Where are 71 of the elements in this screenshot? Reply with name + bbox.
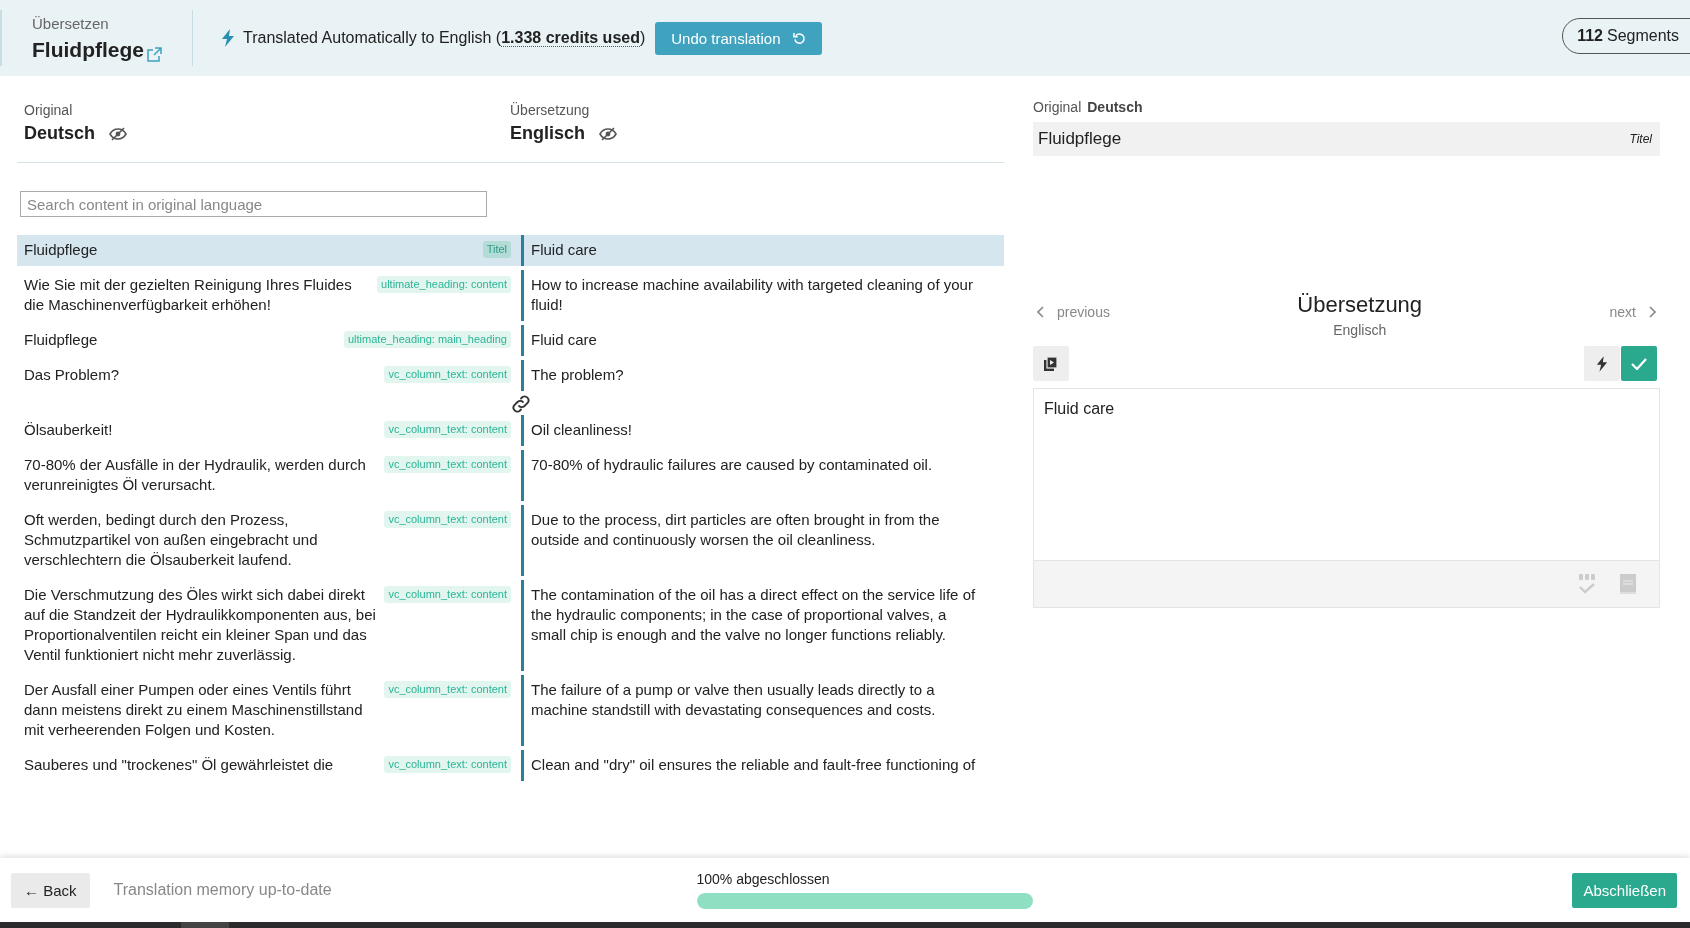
chevron-right-icon bbox=[1648, 306, 1656, 318]
language-label: Original bbox=[24, 102, 74, 118]
source-text: Die Verschmutzung des Öles wirkt sich dabei direkt auf die Standzeit der Hydraulikkomponenten aus, bei Proportionalventilen reicht ein kleiner Span und das Ventil funktioniert nicht mehr zuverlässig. bbox=[24, 585, 377, 665]
previous-button[interactable]: previous bbox=[1033, 304, 1114, 320]
segment-row[interactable]: 70-80% der Ausfälle in der Hydraulik, werden durch verunreinigtes Öl verursacht. vc_column_text: content 70-80% of hydraulic failures are caused by contaminated oil. bbox=[17, 450, 1004, 501]
target-text: Clean and "dry" oil ensures the reliable and fault-free functioning of bbox=[531, 756, 976, 773]
source-text: Fluidpflege bbox=[24, 240, 99, 260]
lightning-icon bbox=[221, 29, 235, 47]
target-text: The contamination of the oil has a direct effect on the service life of the hydraulic components; in the case of proportional valves, a small chip is enough and the valve no longer functions reliably. bbox=[531, 586, 976, 643]
link-icon[interactable] bbox=[509, 392, 533, 416]
target-text: The problem? bbox=[531, 366, 624, 383]
field-tag: vc_column_text: content bbox=[384, 681, 511, 698]
next-button[interactable]: next bbox=[1605, 304, 1660, 320]
original-label: Original bbox=[1033, 99, 1082, 115]
target-text: 70-80% of hydraulic failures are caused by contaminated oil. bbox=[531, 456, 933, 473]
segment-row[interactable]: Fluidpflege ultimate_heading: main_heading Fluid care bbox=[17, 325, 1004, 356]
copy-icon bbox=[1043, 355, 1059, 372]
source-text: Der Ausfall einer Pumpen oder eines Ventils führt dann meistens direkt zu einem Maschinenstillstand mit verheerenden Folgen und Kosten. bbox=[24, 680, 364, 740]
auto-translate-button[interactable] bbox=[1584, 346, 1620, 381]
section-label: Übersetzen bbox=[32, 14, 110, 32]
target-text: Fluid care bbox=[531, 331, 597, 348]
source-text: Sauberes und "trockenes" Öl gewährleistet die bbox=[24, 755, 335, 775]
language-label: Übersetzung bbox=[510, 102, 591, 118]
segment-row[interactable]: Wie Sie mit der gezielten Reinigung Ihres Fluides die Maschinenverfügbarkeit erhöhen! ultimate_heading: content How to increase machine availability with targeted cleaning of your fluid! bbox=[17, 270, 1004, 321]
source-text: Fluidpflege bbox=[1038, 129, 1122, 149]
language-name: Englisch bbox=[510, 123, 585, 144]
editor-title: Übersetzung bbox=[1297, 292, 1423, 318]
field-tag: vc_column_text: content bbox=[384, 366, 511, 383]
back-button[interactable]: ← Back bbox=[11, 872, 90, 908]
undo-icon bbox=[792, 31, 806, 45]
target-language: Englisch bbox=[1333, 322, 1387, 338]
eye-slash-icon[interactable] bbox=[599, 126, 617, 141]
target-text: The failure of a pump or valve then usually leads directly to a machine standstill with devastating consequences and costs. bbox=[531, 681, 936, 718]
segment-row[interactable]: Das Problem? vc_column_text: content The problem? bbox=[17, 360, 1004, 391]
source-text: 70-80% der Ausfälle in der Hydraulik, werden durch verunreinigtes Öl verursacht. bbox=[24, 455, 367, 495]
original-language: Deutsch bbox=[1087, 99, 1143, 115]
field-tag: vc_column_text: content bbox=[384, 421, 511, 438]
memory-status: Translation memory up-to-date bbox=[113, 881, 333, 899]
source-text: Ölsauberkeit! bbox=[24, 420, 114, 440]
eye-slash-icon[interactable] bbox=[109, 126, 127, 141]
target-text: Oil cleanliness! bbox=[531, 421, 632, 438]
spellcheck-icon[interactable] bbox=[1577, 573, 1597, 595]
field-tag: vc_column_text: content bbox=[384, 456, 511, 473]
field-tag: Titel bbox=[1629, 132, 1652, 146]
field-tag: Titel bbox=[482, 241, 511, 258]
chevron-left-icon bbox=[1037, 306, 1045, 318]
progress-label: 100% abgeschlossen bbox=[696, 871, 831, 887]
language-name: Deutsch bbox=[24, 123, 95, 144]
field-tag: vc_column_text: content bbox=[384, 586, 511, 603]
segment-row[interactable]: Fluidpflege Titel Fluid care bbox=[17, 235, 1004, 266]
segment-row[interactable]: Ölsauberkeit! vc_column_text: content Oil cleanliness! bbox=[17, 415, 1004, 446]
translation-notice: Translated Automatically to English (1.338 credits used) bbox=[243, 29, 646, 47]
source-text: Wie Sie mit der gezielten Reinigung Ihres Fluides die Maschinenverfügbarkeit erhöhen! bbox=[24, 275, 353, 315]
field-tag: ultimate_heading: main_heading bbox=[344, 331, 511, 348]
field-tag: vc_column_text: content bbox=[384, 756, 511, 773]
copy-source-button[interactable] bbox=[1033, 346, 1069, 381]
page-title: Fluidpflege bbox=[32, 37, 144, 62]
search-field[interactable]: Search content in original language bbox=[20, 191, 487, 217]
source-text: Das Problem? bbox=[24, 365, 121, 385]
source-text: Fluidpflege bbox=[24, 330, 99, 350]
field-tag: ultimate_heading: content bbox=[377, 276, 511, 293]
check-icon bbox=[1631, 357, 1647, 370]
translation-editor[interactable]: Fluid care bbox=[1033, 388, 1660, 608]
target-text: Due to the process, dirt particles are often brought in from the outside and continuously worsen the oil cleanliness. bbox=[531, 511, 940, 548]
field-tag: vc_column_text: content bbox=[384, 511, 511, 528]
source-text: Oft werden, bedingt durch den Prozess, Schmutzpartikel von außen eingebracht und verschlechtern die Ölsauberkeit laufend. bbox=[24, 510, 319, 570]
target-text: How to increase machine availability with targeted cleaning of your fluid! bbox=[531, 276, 973, 313]
segment-row[interactable]: Sauberes und "trockenes" Öl gewährleistet die vc_column_text: content Clean and "dry" oil ensures the reliable and fault-free functioning of bbox=[17, 750, 1004, 781]
external-link-icon[interactable] bbox=[147, 46, 162, 62]
target-text: Fluid care bbox=[531, 241, 597, 258]
lightning-icon bbox=[1596, 354, 1608, 373]
